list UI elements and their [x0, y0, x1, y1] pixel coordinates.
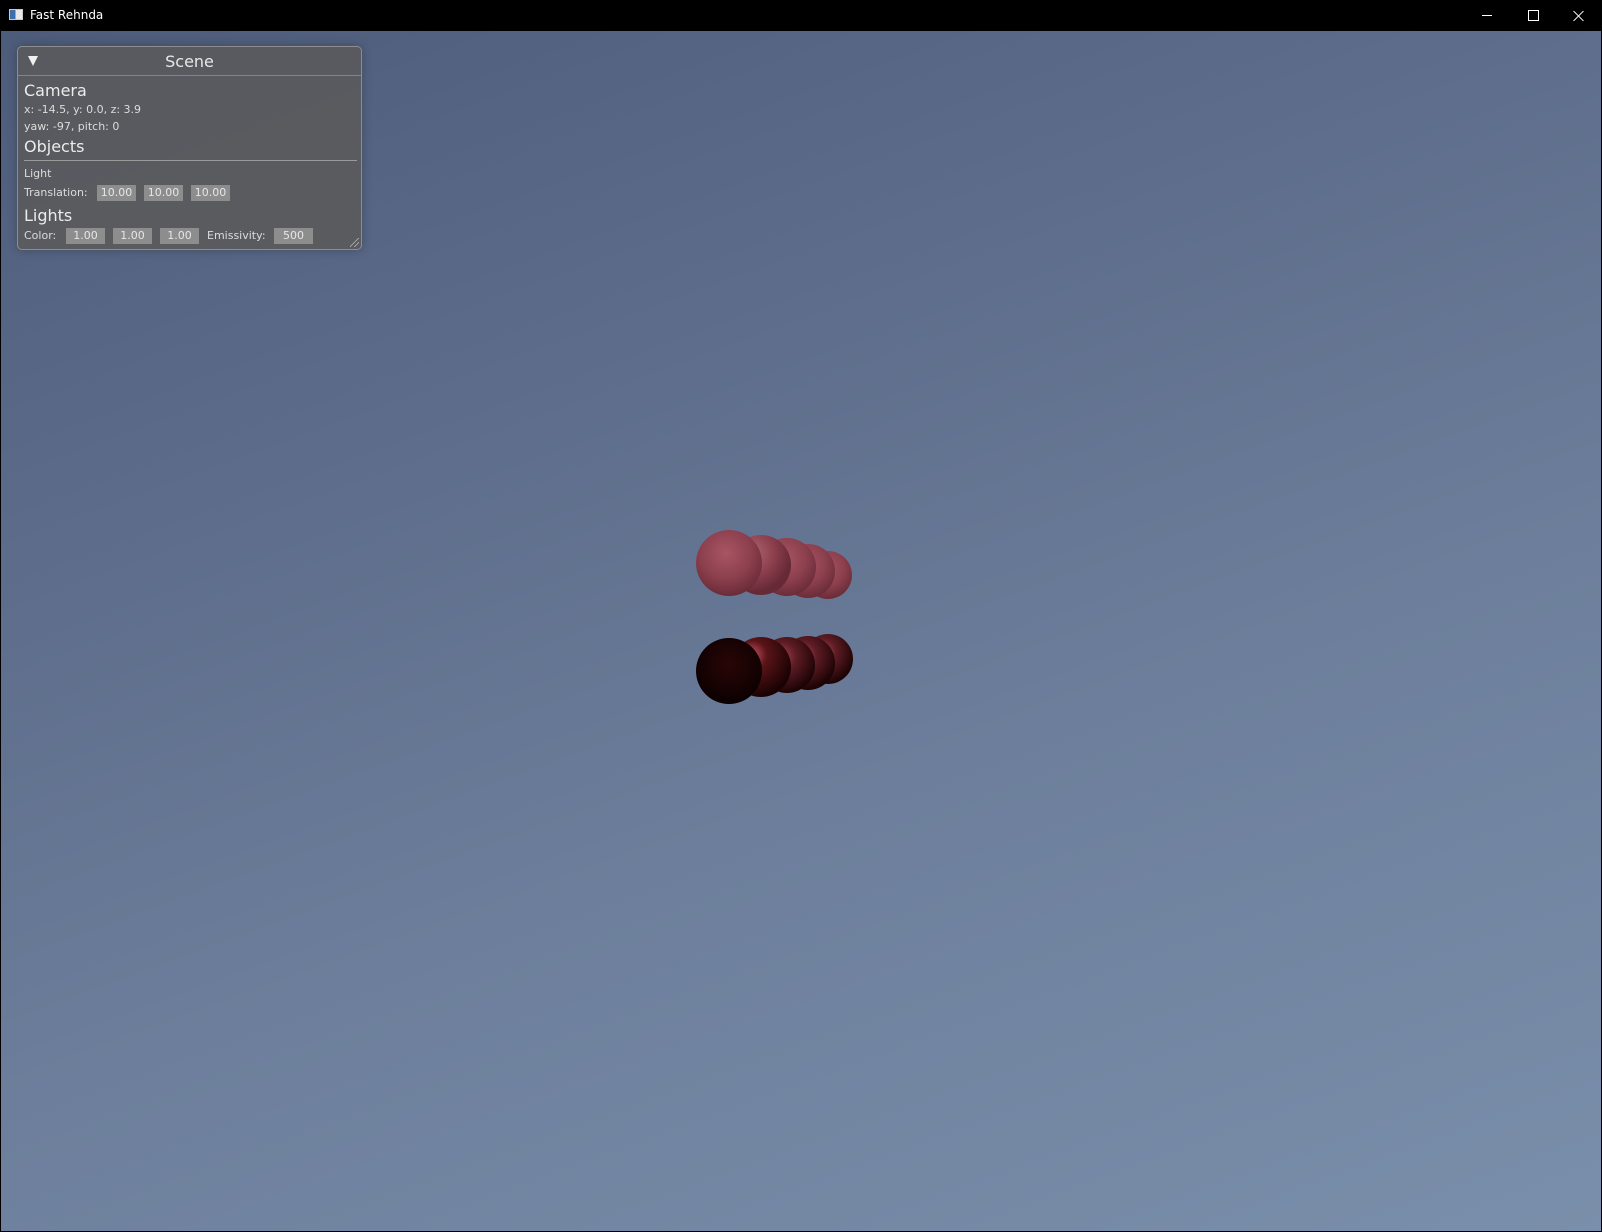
color-r-field[interactable]: 1.00 [66, 228, 105, 244]
maximize-icon [1527, 10, 1539, 21]
resize-grip-icon[interactable] [350, 238, 359, 247]
scene-panel[interactable]: Scene Camera x: -14.5, y: 0.0, z: 3.9 ya… [17, 46, 362, 250]
translation-z-field[interactable]: 10.00 [191, 185, 230, 201]
objects-divider [24, 160, 357, 161]
camera-heading: Camera [24, 81, 87, 100]
camera-orientation: yaw: -97, pitch: 0 [24, 120, 120, 133]
close-button[interactable] [1556, 0, 1602, 31]
title-bar[interactable]: Fast Rehnda [0, 0, 1602, 31]
window-title: Fast Rehnda [30, 8, 104, 22]
lights-heading: Lights [24, 206, 73, 225]
emissivity-label: Emissivity: [207, 229, 266, 242]
close-icon [1573, 10, 1585, 22]
objects-heading: Objects [24, 137, 85, 156]
sphere-top-1 [696, 530, 762, 596]
app-window: Fast Rehnda Scene Camera x: -14.5, y: 0.… [0, 0, 1602, 1232]
translation-y-field[interactable]: 10.00 [144, 185, 183, 201]
sphere-bottom-1 [696, 638, 762, 704]
translation-label: Translation: [24, 186, 88, 199]
translation-x-field[interactable]: 10.00 [97, 185, 136, 201]
selected-object-label[interactable]: Light [24, 167, 51, 180]
minimize-icon [1482, 15, 1492, 16]
panel-title: Scene [165, 52, 214, 71]
scene-panel-header[interactable]: Scene [18, 47, 361, 76]
maximize-button[interactable] [1510, 0, 1556, 31]
render-viewport[interactable]: Scene Camera x: -14.5, y: 0.0, z: 3.9 ya… [1, 31, 1601, 1231]
emissivity-field[interactable]: 500 [274, 228, 313, 244]
color-g-field[interactable]: 1.00 [113, 228, 152, 244]
minimize-button[interactable] [1464, 0, 1510, 31]
color-b-field[interactable]: 1.00 [160, 228, 199, 244]
app-icon [9, 9, 23, 20]
camera-position: x: -14.5, y: 0.0, z: 3.9 [24, 103, 142, 116]
color-label: Color: [24, 229, 57, 242]
